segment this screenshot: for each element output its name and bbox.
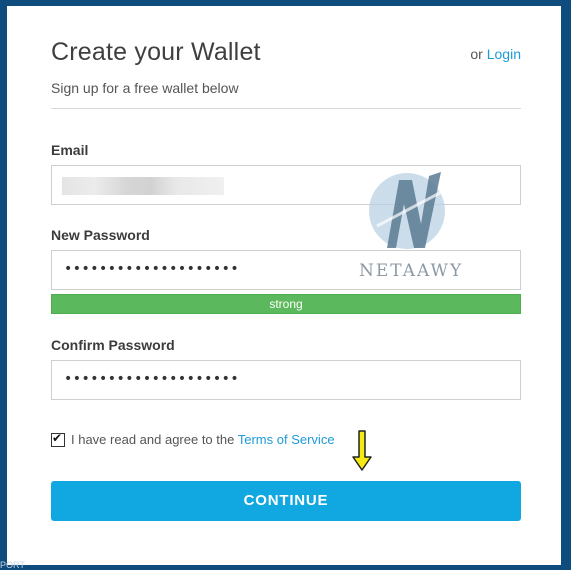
email-redacted-value	[62, 177, 224, 195]
page-title: Create your Wallet	[51, 38, 261, 66]
login-prefix: or	[470, 46, 483, 62]
terms-text: I have read and agree to the	[71, 432, 235, 447]
confirm-password-field[interactable]: ••••••••••••••••••••	[51, 360, 521, 400]
email-label: Email	[51, 142, 89, 158]
arrow-down-icon	[351, 430, 373, 472]
checkmark-icon: ✔	[52, 431, 63, 445]
wallet-signup-card: Create your Wallet or Login Sign up for …	[7, 6, 561, 565]
terms-checkbox[interactable]: ✔	[51, 431, 65, 447]
watermark-text: NETAAWY	[359, 261, 464, 281]
password-strength-bar: strong	[51, 294, 521, 314]
new-password-value: ••••••••••••••••••••	[64, 261, 240, 277]
continue-button[interactable]: CONTINUE	[51, 481, 521, 521]
terms-label: I have read and agree to the Terms of Se…	[71, 432, 335, 447]
confirm-password-value: ••••••••••••••••••••	[64, 371, 240, 387]
page-subtitle: Sign up for a free wallet below	[51, 80, 239, 96]
confirm-password-label: Confirm Password	[51, 337, 175, 353]
login-link[interactable]: Login	[487, 46, 521, 62]
terms-of-service-link[interactable]: Terms of Service	[238, 432, 335, 447]
new-password-label: New Password	[51, 227, 150, 243]
netaawy-logo-icon: NETAAWY	[357, 166, 467, 286]
login-prompt: or Login	[470, 46, 521, 62]
header-divider	[51, 108, 521, 109]
